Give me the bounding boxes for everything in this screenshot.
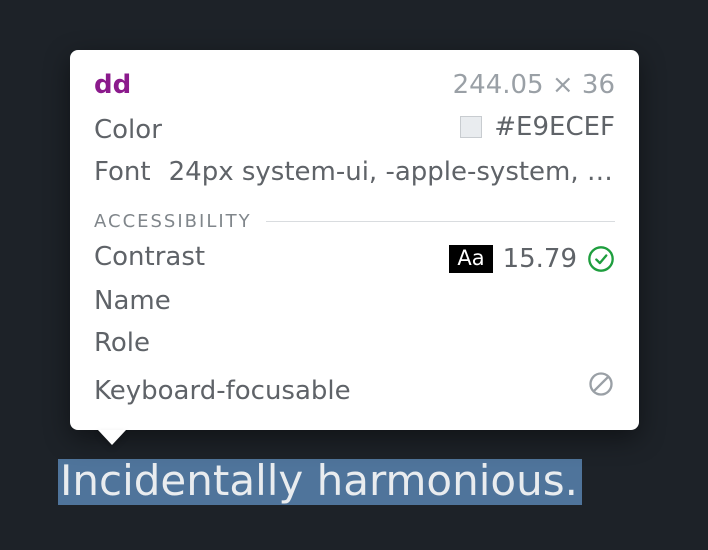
accessibility-heading: ACCESSIBILITY [94,211,252,232]
name-row: Name [94,280,615,322]
focusable-label: Keyboard-focusable [94,376,351,406]
color-value-group: #E9ECEF [460,112,615,142]
contrast-sample-chip: Aa [449,245,492,273]
contrast-value-group: Aa 15.79 [449,244,615,274]
focusable-row: Keyboard-focusable [94,364,615,412]
divider [266,221,615,222]
contrast-label: Contrast [94,242,205,272]
font-value: 24px system-ui, -apple-system, "Segoe… [151,157,615,187]
inspector-tooltip: dd 244.05 × 36 Color #E9ECEF Font 24px s… [70,50,639,430]
font-label: Font [94,157,151,187]
role-row: Role [94,322,615,364]
color-label: Color [94,115,162,145]
color-swatch-icon [460,116,482,138]
focusable-value [587,370,615,398]
element-tag: dd [94,70,131,100]
font-row: Font 24px system-ui, -apple-system, "Seg… [94,151,615,193]
element-dimensions: 244.05 × 36 [453,70,615,100]
inspected-text[interactable]: Incidentally harmonious. [58,459,582,505]
contrast-row: Contrast Aa 15.79 [94,236,615,280]
accessibility-section-header: ACCESSIBILITY [94,211,615,232]
viewport: Incidentally harmonious. dd 244.05 × 36 … [0,0,708,550]
color-value: #E9ECEF [494,112,615,142]
not-allowed-icon [587,370,615,398]
role-label: Role [94,328,150,358]
contrast-ratio: 15.79 [503,244,577,274]
color-row: Color #E9ECEF [94,106,615,151]
element-header-row: dd 244.05 × 36 [94,64,615,106]
check-circle-icon [587,245,615,273]
name-label: Name [94,286,171,316]
